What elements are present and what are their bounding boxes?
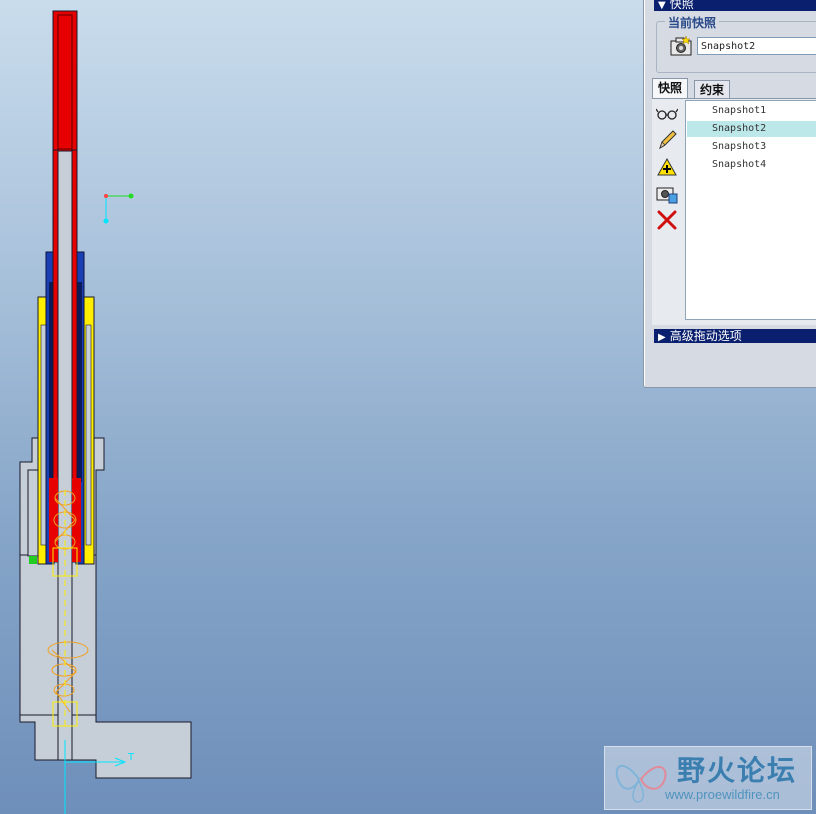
snapshot-list-item-selected[interactable]: Snapshot2 (687, 121, 816, 137)
snapshot-list-item[interactable]: Snapshot3 (687, 139, 816, 155)
add-icon[interactable] (656, 156, 678, 178)
expand-icon[interactable]: ▶ (658, 331, 666, 345)
pencil-icon[interactable] (656, 129, 678, 151)
panel-title: 快照 (669, 0, 694, 11)
glasses-icon[interactable] (656, 103, 678, 125)
snapshot-list-item[interactable]: Snapshot4 (687, 157, 816, 173)
watermark: 野火论坛 www.proewildfire.cn (604, 746, 812, 810)
current-snapshot-group: 当前快照 (656, 14, 816, 73)
tab-constraint[interactable]: 约束 (694, 80, 731, 99)
panel-titlebar[interactable]: ▼ 快照 (654, 0, 816, 11)
current-snapshot-label: 当前快照 (665, 14, 720, 31)
camera-icon[interactable] (656, 182, 678, 204)
snapshot-list[interactable]: Snapshot1 Snapshot2 Snapshot3 Snapshot4 (685, 100, 816, 320)
advanced-section-title: 高级拖动选项 (669, 329, 742, 343)
green-marker (29, 556, 37, 564)
current-snapshot-input[interactable] (697, 37, 816, 55)
collapse-icon[interactable]: ▼ (658, 0, 666, 13)
snapshot-tab-content: Snapshot1 Snapshot2 Snapshot3 Snapshot4 (652, 98, 816, 325)
axis-label: T (127, 752, 135, 763)
watermark-url: www.proewildfire.cn (665, 787, 780, 802)
camera-icon[interactable] (670, 36, 692, 56)
coordinate-triad-icon (103, 193, 134, 224)
delete-icon[interactable] (656, 209, 678, 231)
snapshot-list-item[interactable]: Snapshot1 (687, 103, 816, 119)
shaft (57, 149, 73, 761)
tab-snapshot[interactable]: 快照 (652, 78, 689, 99)
watermark-title: 野火论坛 (677, 754, 798, 787)
advanced-drag-options-header[interactable]: ▶ 高级拖动选项 (654, 329, 816, 343)
snapshot-panel: ▼快照 当前快照 快照 约束 (643, 0, 816, 388)
